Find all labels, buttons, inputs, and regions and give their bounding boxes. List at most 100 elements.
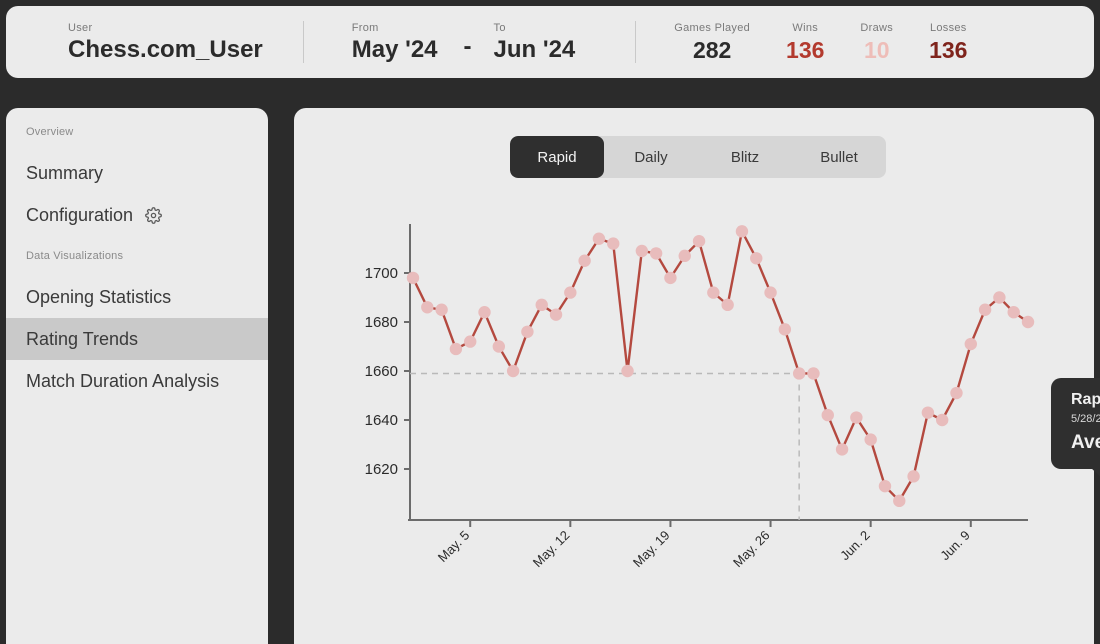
header-stats: Games Played 282 Wins 136 Draws 10 Losse…	[674, 21, 995, 64]
chart-tooltip: Rapid 5/28/2024 Average Rating: 1659	[1051, 378, 1100, 478]
tooltip-value: Average Rating: 1659	[1071, 432, 1100, 453]
data-point[interactable]	[506, 364, 520, 378]
stat-wins: Wins 136	[786, 21, 824, 64]
header-from-label: From	[351, 21, 379, 34]
y-axis-tick-label: 1680	[365, 314, 398, 331]
sidebar-section-overview-label: Overview	[26, 126, 74, 138]
summary-header: User Chess.com_User From May '24 - To Ju…	[6, 6, 1094, 78]
data-point[interactable]	[607, 237, 620, 250]
data-point[interactable]	[492, 340, 506, 353]
data-point[interactable]	[921, 406, 935, 419]
data-point[interactable]	[421, 301, 434, 314]
stat-games-played: Games Played 282	[674, 21, 750, 64]
data-point[interactable]	[950, 386, 963, 400]
y-axis-tick-label: 1700	[365, 265, 398, 282]
data-point[interactable]	[893, 494, 906, 508]
data-point[interactable]	[621, 364, 634, 378]
main-panel: Rapid Daily Blitz Bullet 1620 1640 1660 168…	[294, 108, 1100, 644]
stat-losses-label: Losses	[929, 21, 967, 34]
data-point[interactable]	[907, 470, 920, 483]
data-point[interactable]	[649, 247, 663, 260]
data-point[interactable]	[850, 411, 863, 424]
sidebar-section-dataviz-label: Data Visualizations	[26, 250, 124, 262]
header-from: From May '24	[352, 21, 438, 64]
data-point[interactable]	[792, 367, 806, 380]
x-axis-tick-label: Jun. 9	[937, 528, 973, 564]
header-to-label: To	[493, 21, 506, 34]
data-point[interactable]	[935, 413, 949, 427]
data-point[interactable]	[978, 303, 992, 316]
header-from-value: May '24	[351, 35, 438, 63]
sidebar-item-summary[interactable]: Summary	[6, 152, 268, 194]
y-axis-tick-label: 1640	[365, 412, 398, 429]
stat-wins-label: Wins	[792, 21, 819, 34]
data-point[interactable]	[735, 225, 749, 238]
tooltip-arrow	[1091, 468, 1100, 478]
sidebar: Overview Summary Configuration Data Visu…	[6, 108, 268, 644]
sidebar-item-opening-statistics-label: Opening Statistics	[26, 287, 172, 307]
gear-icon[interactable]	[145, 206, 162, 224]
data-point[interactable]	[664, 271, 677, 285]
data-point[interactable]	[778, 323, 792, 336]
header-user-value: Chess.com_User	[68, 35, 263, 63]
data-point[interactable]	[592, 232, 606, 245]
stat-draws: Draws 10	[860, 21, 893, 64]
header-divider-1	[302, 21, 304, 63]
rating-line	[411, 230, 1030, 503]
data-point[interactable]	[807, 367, 820, 380]
data-point[interactable]	[435, 303, 448, 316]
data-point[interactable]	[521, 325, 534, 338]
tooltip-title: Rapid	[1071, 391, 1100, 408]
data-point[interactable]	[821, 408, 834, 422]
data-point[interactable]	[449, 342, 463, 356]
data-point[interactable]	[678, 249, 691, 263]
data-point[interactable]	[993, 291, 1006, 304]
data-point[interactable]	[406, 271, 420, 285]
data-point[interactable]	[635, 244, 649, 258]
data-point[interactable]	[864, 433, 877, 446]
data-point[interactable]	[721, 298, 734, 312]
data-point[interactable]	[535, 298, 548, 312]
data-point[interactable]	[478, 306, 491, 319]
app-root: User Chess.com_User From May '24 - To Ju…	[0, 0, 1100, 644]
header-range-separator: -	[463, 33, 472, 60]
stat-games-played-value: 282	[692, 36, 732, 63]
data-point[interactable]	[1007, 306, 1020, 319]
data-point[interactable]	[964, 337, 977, 351]
stat-draws-label: Draws	[860, 21, 894, 34]
header-to: To Jun '24	[494, 21, 576, 64]
tooltip-date: 5/28/2024	[1071, 413, 1100, 425]
sidebar-item-rating-trends[interactable]: Rating Trends	[6, 318, 268, 360]
stat-losses-value: 136	[929, 36, 968, 63]
sidebar-item-match-duration-analysis-label: Match Duration Analysis	[26, 371, 220, 391]
data-point[interactable]	[692, 234, 706, 248]
stat-wins-value: 136	[786, 36, 825, 63]
header-user-label: User	[68, 21, 93, 34]
rating-trend-svg: 1620 1640 1660 1680 1700 May. 5 May. 12 May. 19…	[365, 224, 1035, 571]
data-point[interactable]	[464, 335, 477, 348]
header-user: User Chess.com_User	[68, 21, 263, 64]
sidebar-item-configuration-label: Configuration	[26, 205, 134, 225]
data-point[interactable]	[878, 479, 892, 493]
data-point[interactable]	[835, 443, 849, 456]
sidebar-item-match-duration-analysis[interactable]: Match Duration Analysis	[6, 360, 268, 402]
data-point[interactable]	[1021, 315, 1035, 329]
x-axis-tick-label: May. 26	[730, 528, 773, 571]
sidebar-item-rating-trends-label: Rating Trends	[26, 329, 139, 349]
sidebar-item-opening-statistics[interactable]: Opening Statistics	[6, 276, 268, 318]
y-axis-tick-label: 1620	[365, 461, 398, 478]
rating-trend-chart: 1620 1640 1660 1680 1700 May. 5 May. 12 May. 19…	[294, 108, 1094, 644]
sidebar-section-gap	[6, 236, 268, 250]
sidebar-item-configuration[interactable]: Configuration	[6, 194, 268, 236]
data-point[interactable]	[764, 286, 777, 299]
data-point[interactable]	[578, 254, 591, 267]
data-point[interactable]	[707, 286, 720, 299]
stat-games-played-label: Games Played	[674, 21, 751, 34]
data-point[interactable]	[564, 286, 577, 299]
data-point[interactable]	[750, 252, 763, 265]
header-divider-2	[635, 21, 637, 63]
x-axis-tick-label: May. 5	[435, 528, 473, 566]
header-to-value: Jun '24	[493, 35, 576, 63]
data-point[interactable]	[549, 308, 563, 321]
x-axis-tick-label: May. 19	[630, 528, 673, 571]
